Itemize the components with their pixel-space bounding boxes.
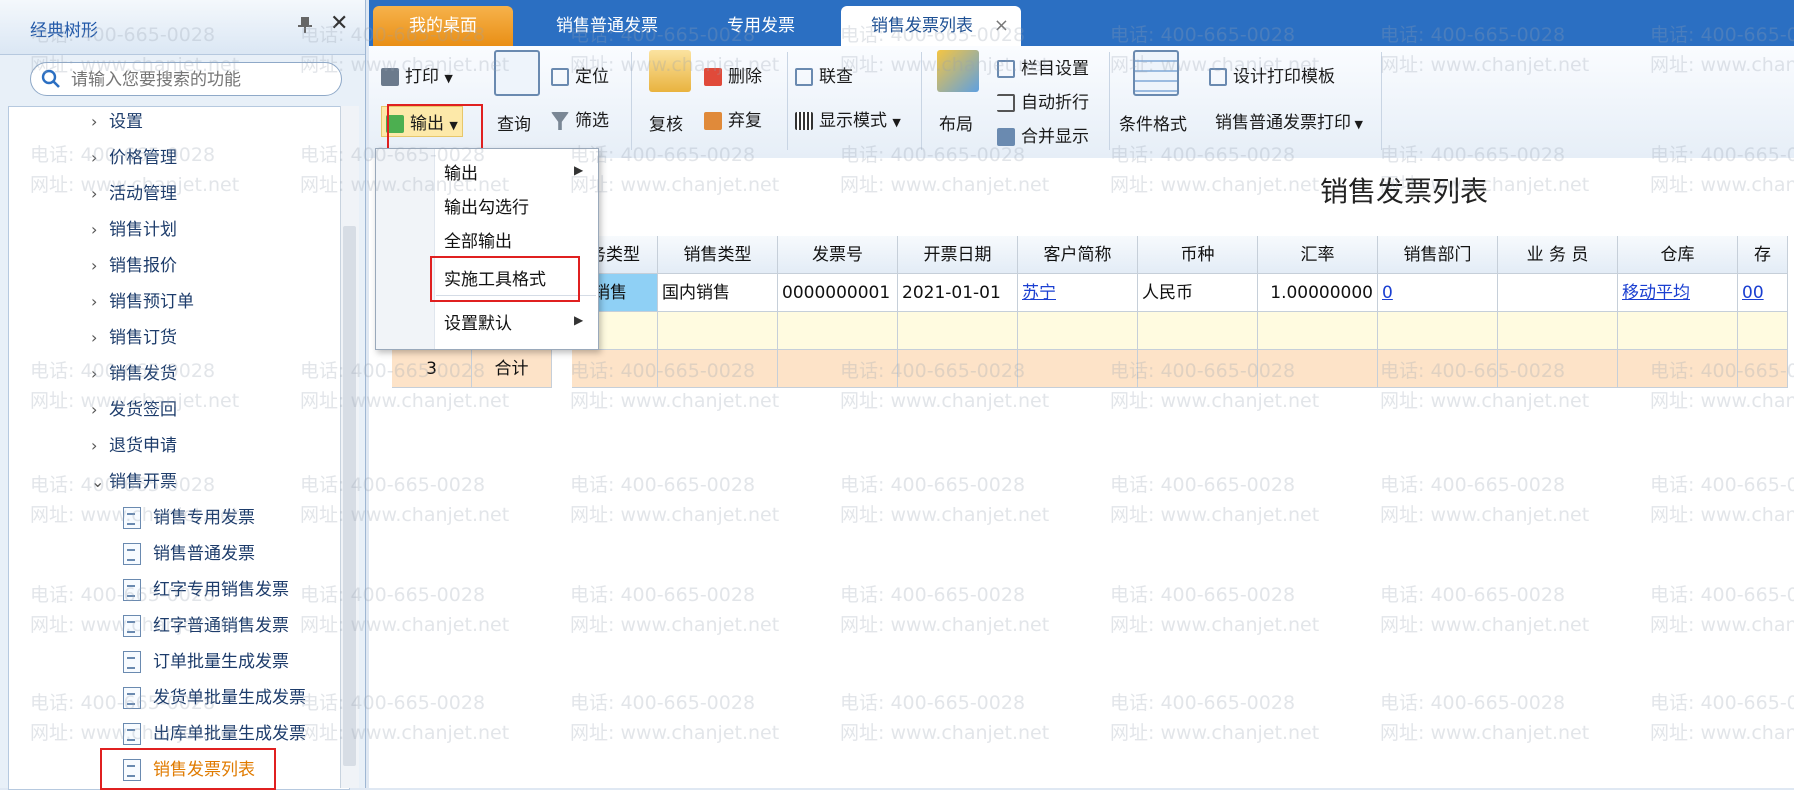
watermark-phone: 电话: 400-665-0028: [1110, 360, 1296, 382]
watermark-site: 网址: www.chanjet.net: [840, 722, 1050, 744]
watermark-site: 网址: www.chanjet.net: [30, 504, 240, 526]
watermark-phone: 电话: 400-665-0028: [1380, 144, 1566, 166]
watermark-phone: 电话: 400-665-0028: [300, 692, 486, 714]
watermark-site: 网址: www.chanjet.net: [570, 722, 780, 744]
watermark-phone: 电话: 400-665-0028: [30, 360, 216, 382]
watermark-site: 网址: www.chanjet.net: [1650, 722, 1794, 744]
watermark-site: 网址: www.chanjet.net: [1110, 54, 1320, 76]
watermark-phone: 电话: 400-665-0028: [840, 584, 1026, 606]
watermark-phone: 电话: 400-665-0028: [1380, 360, 1566, 382]
watermark-phone: 电话: 400-665-0028: [300, 584, 486, 606]
watermark-phone: 电话: 400-665-0028: [1650, 24, 1794, 46]
watermark-site: 网址: www.chanjet.net: [30, 614, 240, 636]
watermark-site: 网址: www.chanjet.net: [1110, 722, 1320, 744]
watermark-site: 网址: www.chanjet.net: [840, 54, 1050, 76]
watermark-site: 网址: www.chanjet.net: [570, 504, 780, 526]
watermark-phone: 电话: 400-665-0028: [840, 474, 1026, 496]
watermark-site: 网址: www.chanjet.net: [300, 390, 510, 412]
watermark-phone: 电话: 400-665-0028: [570, 360, 756, 382]
watermark-site: 网址: www.chanjet.net: [1110, 504, 1320, 526]
watermark-phone: 电话: 400-665-0028: [1650, 144, 1794, 166]
watermark-site: 网址: www.chanjet.net: [1110, 390, 1320, 412]
watermark-phone: 电话: 400-665-0028: [300, 360, 486, 382]
watermark-site: 网址: www.chanjet.net: [1650, 614, 1794, 636]
watermark-phone: 电话: 400-665-0028: [30, 474, 216, 496]
watermark-site: 网址: www.chanjet.net: [840, 390, 1050, 412]
watermark-phone: 电话: 400-665-0028: [840, 360, 1026, 382]
watermark-site: 网址: www.chanjet.net: [30, 174, 240, 196]
watermark-site: 网址: www.chanjet.net: [1650, 174, 1794, 196]
watermark-site: 网址: www.chanjet.net: [300, 174, 510, 196]
watermark-site: 网址: www.chanjet.net: [300, 54, 510, 76]
watermark-phone: 电话: 400-665-0028: [1380, 474, 1566, 496]
watermark-site: 网址: www.chanjet.net: [1380, 504, 1590, 526]
watermark-phone: 电话: 400-665-0028: [1110, 474, 1296, 496]
watermark-phone: 电话: 400-665-0028: [1380, 692, 1566, 714]
watermark-site: 网址: www.chanjet.net: [300, 722, 510, 744]
watermark-site: 网址: www.chanjet.net: [1380, 722, 1590, 744]
watermark-phone: 电话: 400-665-0028: [1650, 692, 1794, 714]
watermark-site: 网址: www.chanjet.net: [1650, 390, 1794, 412]
watermark-site: 网址: www.chanjet.net: [1380, 54, 1590, 76]
watermark-phone: 电话: 400-665-0028: [570, 584, 756, 606]
watermark-phone: 电话: 400-665-0028: [570, 474, 756, 496]
watermark-phone: 电话: 400-665-0028: [1110, 24, 1296, 46]
watermark-phone: 电话: 400-665-0028: [30, 24, 216, 46]
watermark-phone: 电话: 400-665-0028: [1650, 584, 1794, 606]
watermark-phone: 电话: 400-665-0028: [840, 24, 1026, 46]
watermark-site: 网址: www.chanjet.net: [30, 54, 240, 76]
watermark-phone: 电话: 400-665-0028: [1110, 584, 1296, 606]
watermark-phone: 电话: 400-665-0028: [300, 144, 486, 166]
watermark-phone: 电话: 400-665-0028: [30, 584, 216, 606]
watermark-site: 网址: www.chanjet.net: [570, 174, 780, 196]
watermark-site: 网址: www.chanjet.net: [30, 722, 240, 744]
watermark-phone: 电话: 400-665-0028: [1380, 584, 1566, 606]
watermark-phone: 电话: 400-665-0028: [1650, 474, 1794, 496]
watermark-phone: 电话: 400-665-0028: [1110, 144, 1296, 166]
watermark-layer: 电话: 400-665-0028 网址: www.chanjet.net 电话: 4…: [0, 0, 1794, 788]
watermark-site: 网址: www.chanjet.net: [840, 174, 1050, 196]
watermark-site: 网址: www.chanjet.net: [30, 390, 240, 412]
watermark-site: 网址: www.chanjet.net: [570, 614, 780, 636]
watermark-site: 网址: www.chanjet.net: [1380, 390, 1590, 412]
watermark-site: 网址: www.chanjet.net: [1380, 614, 1590, 636]
watermark-phone: 电话: 400-665-0028: [300, 24, 486, 46]
watermark-site: 网址: www.chanjet.net: [1650, 54, 1794, 76]
watermark-phone: 电话: 400-665-0028: [300, 474, 486, 496]
watermark-site: 网址: www.chanjet.net: [300, 614, 510, 636]
watermark-site: 网址: www.chanjet.net: [1650, 504, 1794, 526]
watermark-site: 网址: www.chanjet.net: [1380, 174, 1590, 196]
watermark-phone: 电话: 400-665-0028: [30, 144, 216, 166]
watermark-phone: 电话: 400-665-0028: [30, 692, 216, 714]
watermark-phone: 电话: 400-665-0028: [1650, 360, 1794, 382]
watermark-phone: 电话: 400-665-0028: [570, 144, 756, 166]
watermark-site: 网址: www.chanjet.net: [570, 390, 780, 412]
watermark-site: 网址: www.chanjet.net: [1110, 174, 1320, 196]
watermark-phone: 电话: 400-665-0028: [570, 692, 756, 714]
watermark-phone: 电话: 400-665-0028: [570, 24, 756, 46]
watermark-site: 网址: www.chanjet.net: [300, 504, 510, 526]
watermark-site: 网址: www.chanjet.net: [1110, 614, 1320, 636]
watermark-site: 网址: www.chanjet.net: [840, 614, 1050, 636]
watermark-site: 网址: www.chanjet.net: [570, 54, 780, 76]
watermark-site: 网址: www.chanjet.net: [840, 504, 1050, 526]
watermark-phone: 电话: 400-665-0028: [840, 692, 1026, 714]
watermark-phone: 电话: 400-665-0028: [840, 144, 1026, 166]
watermark-phone: 电话: 400-665-0028: [1110, 692, 1296, 714]
watermark-phone: 电话: 400-665-0028: [1380, 24, 1566, 46]
